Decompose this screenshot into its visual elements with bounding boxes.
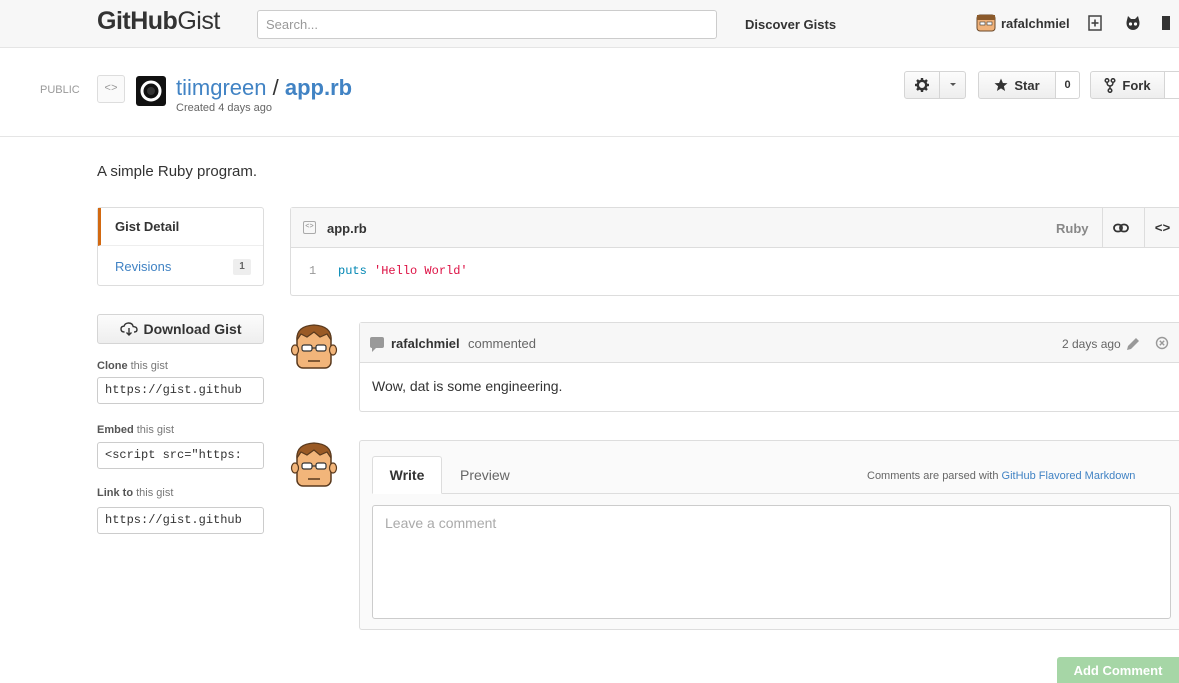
permalink-button[interactable]: [1102, 208, 1138, 248]
settings-dropdown-button[interactable]: [939, 71, 966, 99]
tab-divider: [372, 493, 1179, 494]
fork-icon: [1104, 77, 1116, 93]
github-gist-logo[interactable]: GitHubGist: [97, 7, 220, 36]
logo-text-light: Gist: [177, 7, 220, 35]
link-icon: [1112, 223, 1129, 233]
file-code-icon: <>: [303, 221, 316, 234]
embed-label-bold: Embed: [97, 424, 134, 436]
title-separator: /: [272, 75, 279, 100]
star-button[interactable]: Star: [978, 71, 1056, 99]
code-file-icon: <>: [97, 75, 125, 103]
comment-author[interactable]: rafalchmiel: [391, 336, 460, 351]
search-input[interactable]: [257, 10, 717, 39]
link-label-bold: Link to: [97, 487, 134, 499]
nav-revisions[interactable]: Revisions 1: [98, 247, 263, 285]
code-line: 1 puts 'Hello World': [291, 258, 1179, 282]
username: rafalchmiel: [1001, 15, 1070, 31]
embed-label-rest: this gist: [136, 424, 175, 436]
markdown-help-link[interactable]: GitHub Flavored Markdown: [1002, 470, 1136, 482]
embed-label: Embed this gist: [97, 424, 174, 436]
file-box: <> app.rb Ruby <> 1 puts 'Hello World': [290, 207, 1179, 296]
download-label: Download Gist: [143, 321, 242, 337]
add-comment-button[interactable]: Add Comment: [1057, 657, 1179, 683]
created-timestamp: Created 4 days ago: [176, 102, 273, 114]
octocat-icon[interactable]: [1124, 14, 1142, 32]
markdown-note-text: Comments are parsed with: [867, 470, 999, 482]
nav-gist-detail[interactable]: Gist Detail: [98, 208, 263, 246]
fork-label: Fork: [1122, 77, 1151, 93]
clone-url-field[interactable]: https://gist.github: [97, 377, 264, 404]
clone-label-rest: this gist: [130, 360, 168, 372]
star-icon: [994, 78, 1008, 91]
comment: rafalchmiel commented 2 days ago Wow, da…: [359, 322, 1179, 412]
markdown-note: Comments are parsed with GitHub Flavored…: [867, 470, 1135, 482]
delete-icon[interactable]: [1155, 336, 1169, 350]
code-keyword: puts: [338, 264, 367, 278]
caret-down-icon: [949, 83, 956, 86]
comment-body: Wow, dat is some engineering.: [372, 378, 563, 394]
new-gist-icon[interactable]: [1086, 14, 1104, 32]
visibility-label: PUBLIC: [40, 84, 80, 96]
cloud-download-icon: [119, 322, 138, 336]
owner-link[interactable]: tiimgreen: [176, 75, 266, 100]
fork-button[interactable]: Fork: [1090, 71, 1165, 99]
gist-pagehead: PUBLIC <> tiimgreen / app.rb Created 4 d…: [0, 48, 1179, 137]
link-label-rest: this gist: [136, 487, 174, 499]
code-string: 'Hello World': [374, 264, 468, 278]
gist-description: A simple Ruby program.: [97, 163, 258, 180]
top-header: GitHubGist Discover Gists rafalchmiel: [0, 0, 1179, 48]
gist-title: tiimgreen / app.rb: [176, 75, 352, 101]
user-avatar-icon: [976, 14, 996, 32]
embed-file-button[interactable]: <>: [1144, 208, 1179, 248]
code-content: puts 'Hello World': [338, 264, 468, 278]
gear-icon: [915, 78, 929, 92]
revisions-count: 1: [233, 259, 251, 275]
link-url-field[interactable]: https://gist.github: [97, 507, 264, 534]
new-comment-form: Write Preview Comments are parsed with G…: [359, 440, 1179, 630]
link-label: Link to this gist: [97, 487, 173, 499]
discover-gists-link[interactable]: Discover Gists: [745, 17, 836, 32]
comment-textarea[interactable]: [372, 505, 1171, 619]
clone-label: Clone this gist: [97, 360, 168, 372]
file-name[interactable]: app.rb: [327, 221, 367, 236]
owner-avatar[interactable]: [136, 76, 166, 106]
download-gist-button[interactable]: Download Gist: [97, 314, 264, 344]
comment-header: rafalchmiel commented 2 days ago: [360, 323, 1179, 363]
revisions-label: Revisions: [115, 258, 172, 274]
commenter-avatar[interactable]: [290, 322, 338, 372]
tab-write[interactable]: Write: [372, 456, 442, 494]
user-menu[interactable]: rafalchmiel: [975, 13, 1070, 33]
gist-filename-link[interactable]: app.rb: [285, 75, 352, 100]
pencil-icon[interactable]: [1125, 336, 1141, 352]
current-user-avatar[interactable]: [290, 440, 338, 490]
gist-sidebar-nav: Gist Detail Revisions 1: [97, 207, 264, 286]
code-brackets-icon: <>: [1154, 220, 1171, 236]
settings-button[interactable]: [904, 71, 940, 99]
comment-verb: commented: [468, 336, 536, 351]
tab-preview[interactable]: Preview: [460, 467, 510, 483]
star-count[interactable]: 0: [1056, 71, 1080, 99]
file-header: <> app.rb Ruby <>: [291, 208, 1179, 248]
line-number[interactable]: 1: [309, 264, 316, 278]
fork-count[interactable]: [1165, 71, 1179, 99]
file-language: Ruby: [1056, 221, 1089, 236]
comment-tabs: Write Preview Comments are parsed with G…: [360, 441, 1179, 494]
comment-bubble-icon: [370, 337, 384, 352]
logo-text-bold: GitHub: [97, 7, 178, 35]
comment-timestamp[interactable]: 2 days ago: [1062, 337, 1121, 351]
star-label: Star: [1014, 77, 1040, 93]
clone-label-bold: Clone: [97, 360, 128, 372]
logout-icon[interactable]: [1161, 14, 1171, 32]
embed-code-field[interactable]: <script src="https:: [97, 442, 264, 469]
